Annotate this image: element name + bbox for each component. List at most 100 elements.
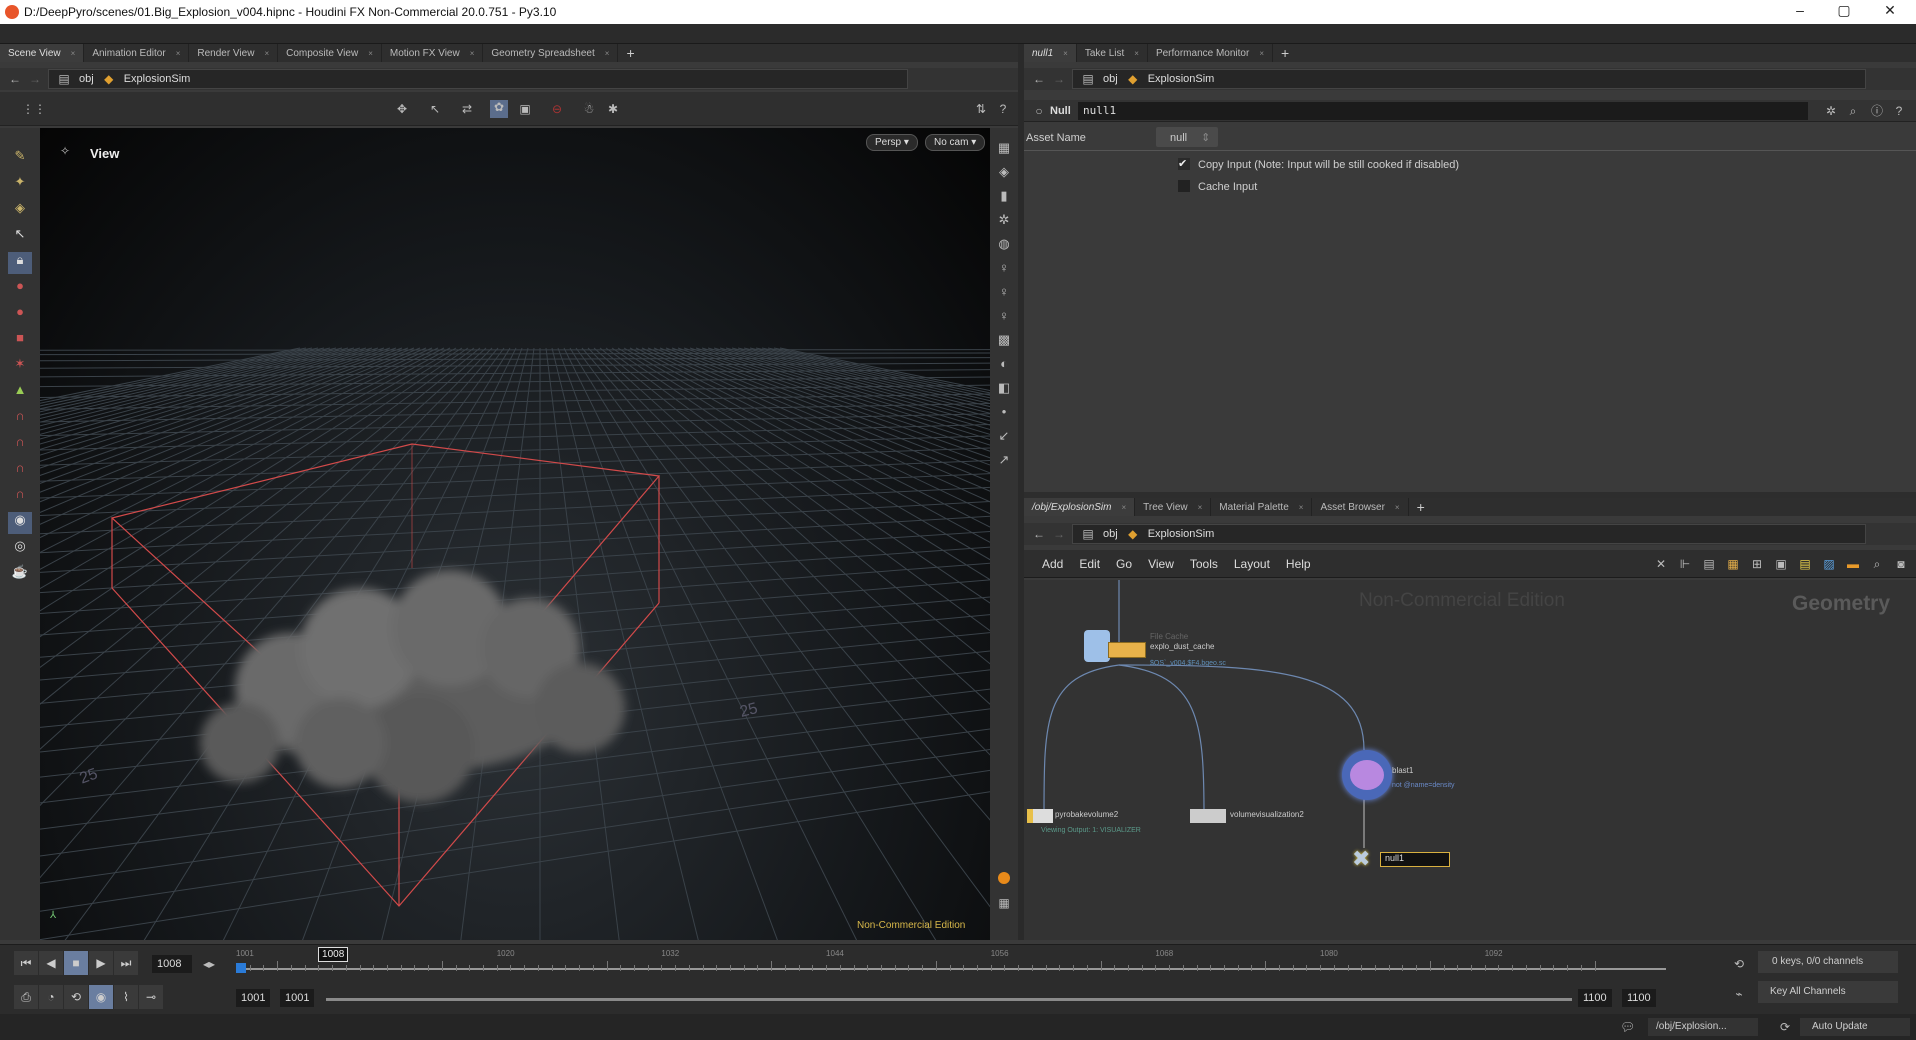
grid-icon[interactable]: ⊞ xyxy=(1750,557,1764,571)
point-icon[interactable]: • xyxy=(992,404,1016,426)
path-root[interactable]: obj xyxy=(79,73,94,85)
current-frame-field[interactable]: 1008 xyxy=(152,955,192,973)
path-field[interactable]: ▤ obj ◆ ExplosionSim xyxy=(48,69,908,89)
perspective-dropdown[interactable]: Persp ▾ xyxy=(866,134,918,151)
display-icon[interactable]: ▦ xyxy=(992,140,1016,162)
menu-help[interactable]: Help xyxy=(1278,557,1319,571)
frame-marker[interactable]: 1008 xyxy=(318,947,349,962)
path-root[interactable]: obj xyxy=(1103,528,1118,540)
handle-tool-icon[interactable]: ✎ xyxy=(8,148,32,170)
normal-icon[interactable]: ↙ xyxy=(992,428,1016,450)
play-button[interactable]: ▶ xyxy=(89,951,113,975)
path-field[interactable]: ▤ obj ◆ ExplosionSim xyxy=(1072,69,1866,89)
forward-arrow-icon[interactable]: → xyxy=(28,72,42,86)
close-tab-icon[interactable]: × xyxy=(1121,503,1126,512)
help-icon[interactable]: ? xyxy=(1892,104,1906,118)
pivot-tool-icon[interactable]: ▲ xyxy=(8,382,32,404)
magnet-icon[interactable]: ∩ xyxy=(8,434,32,456)
paint-tool-icon[interactable]: ✦ xyxy=(8,174,32,196)
close-tab-icon[interactable]: × xyxy=(1198,503,1203,512)
light-tool-icon[interactable]: ☕ xyxy=(8,564,32,586)
info-icon[interactable]: ⓘ xyxy=(1870,104,1884,118)
back-arrow-icon[interactable]: ← xyxy=(8,72,22,86)
menu-edit[interactable]: Edit xyxy=(1071,557,1108,571)
display-icon[interactable]: ▩ xyxy=(992,332,1016,354)
scale-tool-icon[interactable]: ■ xyxy=(8,330,32,352)
layout-icon[interactable]: ⇅ xyxy=(974,102,988,116)
maximize-button[interactable]: ▢ xyxy=(1824,2,1864,19)
magnet-icon[interactable]: ∩ xyxy=(8,460,32,482)
light-icon[interactable]: ♀ xyxy=(992,260,1016,282)
sticky-note-icon[interactable]: ▤ xyxy=(1798,557,1812,571)
close-tab-icon[interactable]: × xyxy=(264,49,269,58)
node-rename-field[interactable]: null1 xyxy=(1380,852,1450,867)
normal-icon[interactable]: ↗ xyxy=(992,452,1016,474)
copy-input-checkbox[interactable]: ✔ xyxy=(1178,158,1190,170)
path-node[interactable]: ExplosionSim xyxy=(1148,73,1215,85)
tab-scene-view[interactable]: Scene View × xyxy=(0,44,85,62)
tab-performance-monitor[interactable]: Performance Monitor × xyxy=(1148,44,1273,62)
display-icon[interactable]: ◧ xyxy=(992,380,1016,402)
display-icon[interactable]: ◐ xyxy=(992,356,1016,378)
selection-mode-icon[interactable]: ✿ xyxy=(490,100,508,118)
timeline-ruler[interactable]: 1001 1020 1032 1044 1056 1068 1080 1092 1008 xyxy=(236,947,1666,981)
cache-input-checkbox[interactable] xyxy=(1178,180,1190,192)
display-icon[interactable]: ◙ xyxy=(1894,557,1908,571)
path-field[interactable]: ▤ obj ◆ ExplosionSim xyxy=(1072,524,1866,544)
close-tab-icon[interactable]: × xyxy=(605,49,610,58)
light-icon[interactable]: ♀ xyxy=(992,308,1016,330)
render-icon[interactable]: ☃ xyxy=(582,102,596,116)
light-icon[interactable]: ♀ xyxy=(992,284,1016,306)
path-node[interactable]: ExplosionSim xyxy=(1148,528,1215,540)
menu-go[interactable]: Go xyxy=(1108,557,1140,571)
path-root[interactable]: obj xyxy=(1103,73,1118,85)
range-icon[interactable]: ⊸ xyxy=(139,985,163,1009)
warning-icon[interactable] xyxy=(998,872,1010,884)
back-arrow-icon[interactable]: ← xyxy=(1032,72,1046,86)
move-tool-icon[interactable]: ● xyxy=(8,278,32,300)
close-tab-icon[interactable]: × xyxy=(1134,49,1139,58)
range-start-field[interactable]: 1001 xyxy=(236,989,271,1007)
close-tab-icon[interactable]: × xyxy=(1299,503,1304,512)
node-name-field[interactable]: null1 xyxy=(1078,102,1808,120)
display-icon[interactable]: ◈ xyxy=(992,164,1016,186)
menu-view[interactable]: View xyxy=(1140,557,1182,571)
tab-motion-fx-view[interactable]: Motion FX View × xyxy=(382,44,484,62)
camera-dropdown[interactable]: No cam ▾ xyxy=(925,134,986,151)
snap-icon[interactable]: ↖ xyxy=(428,102,442,116)
audio-icon[interactable]: ◔ xyxy=(39,985,63,1009)
display-icon[interactable]: ✲ xyxy=(992,212,1016,234)
tab-geometry-spreadsheet[interactable]: Geometry Spreadsheet × xyxy=(483,44,619,62)
tab-null1[interactable]: null1 × xyxy=(1024,44,1077,62)
network-box-icon[interactable]: ▣ xyxy=(1774,557,1788,571)
jump-start-button[interactable]: ⏮ xyxy=(14,951,38,975)
settings-icon[interactable]: ✱ xyxy=(606,102,620,116)
step-frame-icon[interactable]: ◂▸ xyxy=(202,957,216,971)
close-tab-icon[interactable]: × xyxy=(1259,49,1264,58)
menu-tools[interactable]: Tools xyxy=(1182,557,1226,571)
step-back-button[interactable]: ◀ xyxy=(39,951,63,975)
realtime-icon[interactable]: ⎙ xyxy=(14,985,38,1009)
add-tab-button[interactable]: + xyxy=(1273,45,1297,61)
close-tab-icon[interactable]: × xyxy=(1395,503,1400,512)
key-all-channels-dropdown[interactable]: Key All Channels xyxy=(1758,981,1898,1003)
display-icon[interactable]: ▣ xyxy=(518,102,532,116)
tag-tool-icon[interactable]: ◈ xyxy=(8,200,32,222)
loop-icon[interactable]: ⟲ xyxy=(64,985,88,1009)
tab-material-palette[interactable]: Material Palette × xyxy=(1211,498,1313,516)
background-image-icon[interactable]: ▨ xyxy=(1822,557,1836,571)
keys-icon[interactable]: ⌇ xyxy=(114,985,138,1009)
tab-composite-view[interactable]: Composite View × xyxy=(278,44,382,62)
range-start2-field[interactable]: 1001 xyxy=(280,989,315,1007)
grid-menu-icon[interactable]: ⋮⋮ xyxy=(22,102,46,116)
help-icon[interactable]: ? xyxy=(996,102,1010,116)
menu-add[interactable]: Add xyxy=(1034,557,1071,571)
snap-icon[interactable]: ✥ xyxy=(395,102,409,116)
auto-update-dropdown[interactable]: Auto Update xyxy=(1800,1018,1910,1036)
layout-grid-icon[interactable]: ▦ xyxy=(997,896,1011,910)
search-icon[interactable]: ⌕ xyxy=(1846,104,1860,118)
magnet-icon[interactable]: ∩ xyxy=(8,408,32,430)
close-tab-icon[interactable]: × xyxy=(176,49,181,58)
keys-info-button[interactable]: 0 keys, 0/0 channels xyxy=(1758,951,1898,973)
forward-arrow-icon[interactable]: → xyxy=(1052,72,1066,86)
